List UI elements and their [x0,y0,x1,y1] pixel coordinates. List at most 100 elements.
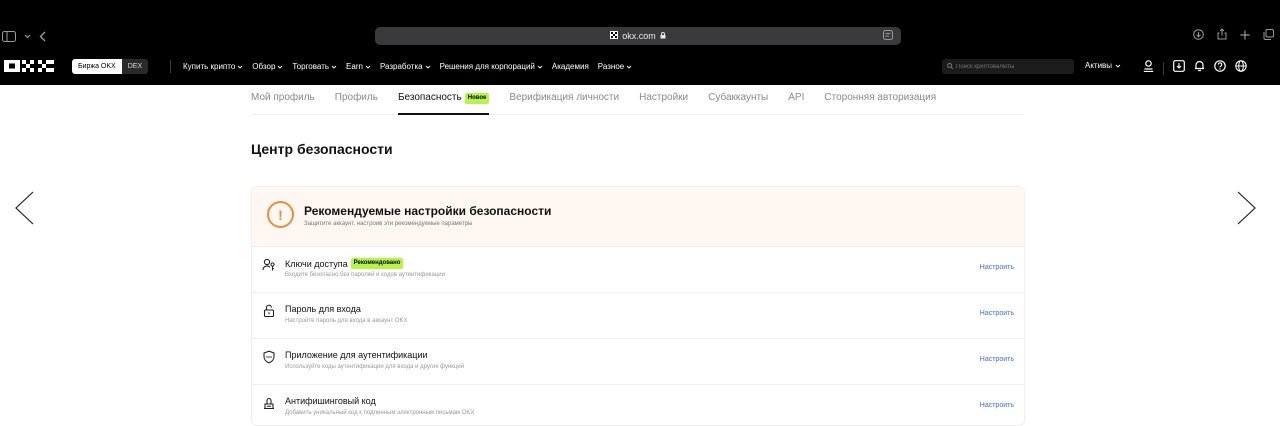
nav-item-label: Обзор [252,62,276,71]
help-icon[interactable] [1214,59,1226,77]
nav-item-2[interactable]: Торговать [292,62,337,71]
security-item-title: Приложение для аутентификации [285,350,428,360]
warning-icon: ! [267,201,294,228]
lock-icon [262,304,276,318]
security-item: Пароль для входа Настройте пароль для вхо… [252,292,1024,338]
reader-icon[interactable] [883,30,893,42]
security-recommendations-card: ! Рекомендуемые настройки безопасности З… [251,186,1025,426]
account-tabs: Мой профиль Профиль Безопасность Новое Вериф… [251,85,1024,115]
tab-5[interactable]: Субаккаунты [708,92,768,115]
okx-favicon-icon [610,31,619,41]
chevron-down-icon [365,65,371,69]
search-icon [947,62,954,71]
setup-link[interactable]: Настроить [980,310,1014,317]
tab-label: Настройки [639,92,689,103]
security-item-description: Настройте пароль для входа в аккаунт OKX [285,318,408,324]
tab-overview-icon[interactable] [1263,27,1274,45]
nav-item-label: Earn [346,62,363,71]
tab-6[interactable]: API [788,92,804,115]
tab-label: Верификация личности [509,92,620,103]
segment-exchange[interactable]: Биржа OKX [72,59,122,74]
okx-header: Биржа OKX DEX Купить крипто Обзор Торговат… [0,48,1280,85]
chevron-down-icon [278,65,283,69]
card-header: ! Рекомендуемые настройки безопасности З… [252,187,1024,246]
page-title: Центр безопасности [251,141,393,157]
nav-item-label: Академия [551,62,589,71]
nav-item-3[interactable]: Earn [346,62,371,71]
segment-dex[interactable]: DEX [121,59,149,74]
card-subtitle: Защитите аккаунт, настроив эти рекоменду… [304,221,473,227]
chevron-down-icon [331,65,337,69]
chevron-down-icon[interactable] [24,34,31,39]
crypto-search[interactable] [942,59,1074,74]
tab-0[interactable]: Мой профиль [251,92,315,115]
nav-item-label: Разработка [379,62,423,71]
sidebar-toggle-icon[interactable] [2,30,16,42]
nav-item-label: Решения для корпораций [439,62,535,71]
assets-label: Активы [1085,61,1113,70]
browser-titlebar [0,0,1280,24]
tab-3[interactable]: Верификация личности [509,92,619,115]
nav-item-0[interactable]: Купить крипто [183,62,243,71]
security-item-title-text: Приложение для аутентификации [285,350,428,360]
security-item-title-text: Антифишинговый код [285,396,376,406]
security-item-description: Входите безопасно без паролей и кодов ау… [285,272,445,278]
anti-phishing-icon [262,396,276,410]
card-title: Рекомендуемые настройки безопасности [304,204,552,218]
tab-7[interactable]: Сторонняя авторизация [824,92,936,115]
security-item-title-text: Пароль для входа [285,304,361,314]
tab-4[interactable]: Настройки [639,92,688,115]
security-item-title: Антифишинговый код [285,396,376,406]
exchange-dex-switch: Биржа OKX DEX [72,59,149,74]
okx-logo[interactable] [4,60,56,72]
next-arrow-icon[interactable] [1234,190,1258,226]
bell-icon[interactable] [1194,59,1205,77]
new-tab-icon[interactable] [1240,27,1250,45]
security-item-description: Используйте коды аутентификации для вход… [285,364,465,370]
nav-divider [170,60,171,73]
nav-item-label: Купить крипто [183,62,236,71]
address-bar[interactable]: okx.com [375,27,901,45]
url-text: okx.com [622,31,656,41]
tab-2[interactable]: Безопасность Новое [397,92,490,115]
shield-icon [262,350,276,364]
nav-item-7[interactable]: Разное [598,62,632,71]
share-icon[interactable] [1217,27,1227,45]
security-item-title-text: Ключи доступа [285,258,348,269]
tab-label: Субаккаунты [708,92,769,103]
tab-1[interactable]: Профиль [335,92,378,115]
tab-label: Профиль [334,92,378,103]
tab-label: Сторонняя авторизация [824,92,937,103]
security-item-title: Ключи доступа Рекомендовано [285,258,404,269]
search-input[interactable] [956,63,1066,70]
security-item-description: Добавить уникальный код к подлинным элек… [285,410,475,416]
setup-link[interactable]: Настроить [980,402,1014,409]
chevron-down-icon [626,65,632,69]
user-icon[interactable] [1143,59,1154,77]
app-download-icon[interactable] [1173,59,1185,77]
browser-toolbar: okx.com [0,24,1280,48]
security-item: Ключи доступа Рекомендовано Входите безопа… [252,246,1024,292]
chevron-down-icon [1115,64,1121,68]
setup-link[interactable]: Настроить [980,356,1014,363]
back-icon[interactable] [39,31,46,42]
security-item-title: Пароль для входа [285,304,361,314]
globe-icon[interactable] [1235,59,1247,77]
lock-icon [660,31,666,41]
passkey-icon [262,258,276,272]
nav-item-4[interactable]: Разработка [380,62,431,71]
nav-item-1[interactable]: Обзор [252,62,283,71]
tab-label: Мой профиль [251,92,315,103]
security-item: Приложение для аутентификации Используйте… [252,338,1024,384]
setup-link[interactable]: Настроить [980,264,1014,271]
download-icon[interactable] [1193,27,1204,45]
security-item: Антифишинговый код Добавить уникальный ко… [252,384,1024,425]
assets-menu[interactable]: Активы [1085,61,1121,70]
new-badge: Новое [464,93,490,104]
chevron-down-icon [425,65,430,69]
nav-item-5[interactable]: Решения для корпораций [440,62,543,71]
previous-arrow-icon[interactable] [13,190,37,226]
chevron-down-icon [537,65,543,69]
nav-item-6[interactable]: Академия [552,62,589,71]
nav-item-label: Торговать [292,62,330,71]
